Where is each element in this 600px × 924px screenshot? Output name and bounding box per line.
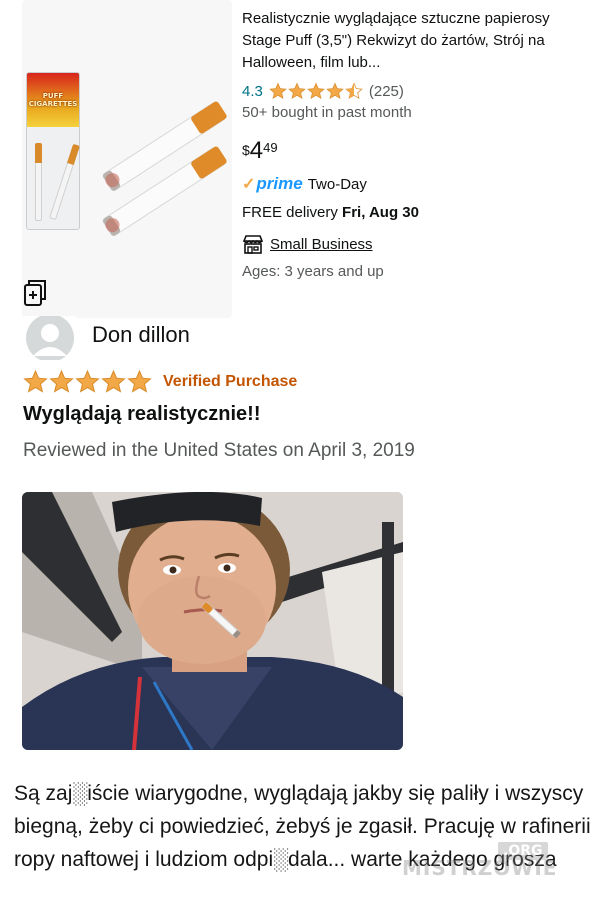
product-rating[interactable]: 4.3 (225) <box>242 80 404 102</box>
star-icon <box>307 82 325 100</box>
review-title[interactable]: Wyglądają realistycznie!! <box>23 403 261 426</box>
star-icon <box>75 369 100 393</box>
prime-service: Two-Day <box>307 175 367 193</box>
price-symbol: $ <box>242 142 250 158</box>
cigarettes-illustration <box>102 101 227 237</box>
delivery-date: Fri, Aug 30 <box>342 204 419 221</box>
review-photo-illustration <box>22 492 403 750</box>
copy-icon[interactable] <box>22 278 48 308</box>
delivery-prefix: FREE delivery <box>242 204 343 221</box>
watermark-text: MISTRZOWIE <box>402 856 558 880</box>
store-icon <box>242 235 264 254</box>
star-icon <box>23 369 48 393</box>
prime-check-icon: ✓ <box>242 176 256 193</box>
small-business-label[interactable]: Small Business <box>270 236 373 253</box>
star-icon <box>326 82 344 100</box>
prime-badge: ✓ prime Two-Day <box>242 174 367 194</box>
price-whole: 4 <box>249 137 264 164</box>
rating-count[interactable]: (225) <box>369 83 404 100</box>
star-icon <box>49 369 74 393</box>
product-image[interactable]: PUFF CIGARETTES <box>22 0 232 318</box>
age-recommendation: Ages: 3 years and up <box>242 263 384 280</box>
review-photo[interactable] <box>22 492 403 750</box>
price-fraction: 49 <box>263 140 278 155</box>
bought-count: 50+ bought in past month <box>242 104 412 121</box>
prime-label: prime <box>256 174 303 193</box>
review-rating: Verified Purchase <box>23 369 297 394</box>
product-price: $ 4 49 <box>242 136 278 166</box>
watermark-logo: .ORG MISTRZOWIE <box>402 842 572 886</box>
small-business-badge[interactable]: Small Business <box>242 234 373 254</box>
rating-stars <box>269 82 363 100</box>
prop-cigarette-1 <box>102 101 227 192</box>
star-icon <box>127 369 152 393</box>
prop-cigarette-2 <box>102 146 227 237</box>
avatar-icon <box>24 316 76 360</box>
rating-value: 4.3 <box>242 82 263 100</box>
review-meta: Reviewed in the United States on April 3… <box>23 440 415 461</box>
delivery-info: FREE delivery Fri, Aug 30 <box>242 204 419 221</box>
star-icon <box>101 369 126 393</box>
star-icon <box>269 82 287 100</box>
star-icon <box>288 82 306 100</box>
reviewer-name[interactable]: Don dillon <box>92 322 190 348</box>
product-title[interactable]: Realistycznie wyglądające sztuczne papie… <box>242 8 562 74</box>
half-star-icon <box>345 82 363 100</box>
verified-purchase-badge: Verified Purchase <box>163 372 298 390</box>
prime-logo: ✓ prime <box>242 174 303 194</box>
